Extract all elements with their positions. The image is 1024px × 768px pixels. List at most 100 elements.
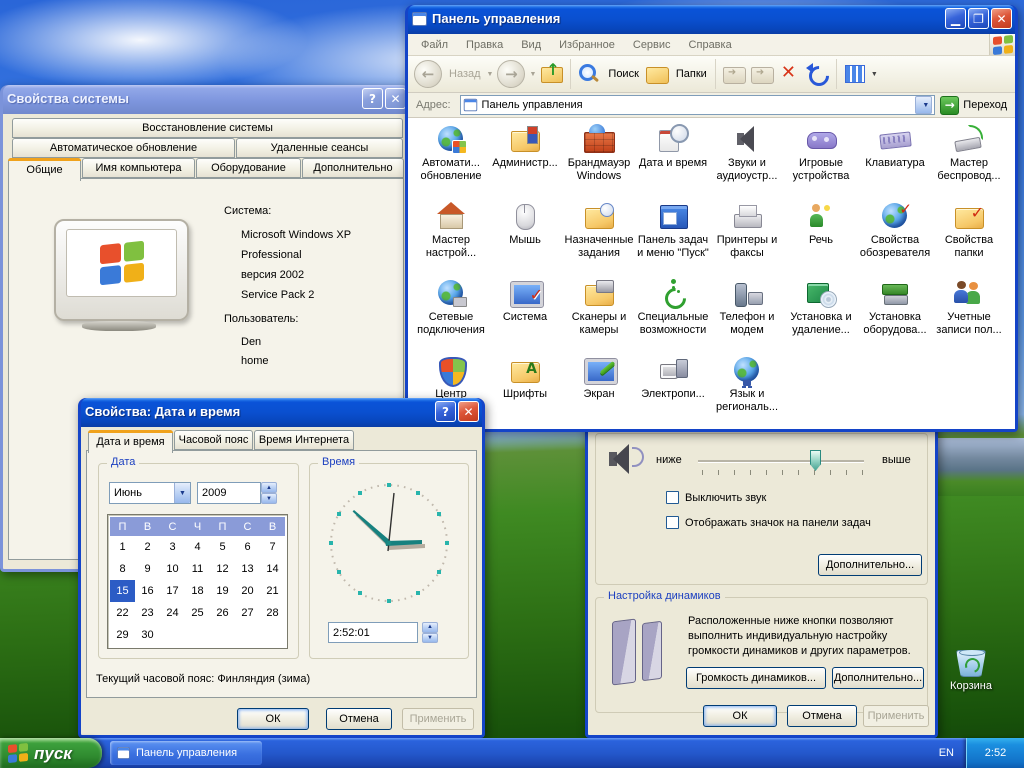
tab-internet-time[interactable]: Время Интернета — [254, 430, 354, 450]
spin-up-icon[interactable]: ▲ — [261, 482, 277, 493]
tab-system-restore[interactable]: Восстановление системы — [12, 118, 403, 138]
tab-advanced[interactable]: Дополнительно — [302, 158, 404, 178]
calendar-day[interactable]: 30 — [135, 624, 160, 646]
ok-button[interactable]: ОК — [237, 708, 309, 730]
calendar-day[interactable]: 11 — [185, 558, 210, 580]
tab-general[interactable]: Общие — [8, 158, 81, 181]
help-button[interactable]: ? — [435, 401, 456, 422]
control-panel-item[interactable]: Клавиатура — [858, 122, 932, 199]
calendar-day[interactable]: 2 — [135, 536, 160, 558]
language-indicator[interactable]: EN — [939, 738, 954, 768]
calendar-day[interactable]: 7 — [260, 536, 285, 558]
speaker-volume-button[interactable]: Громкость динамиков... — [686, 667, 826, 689]
control-panel-item[interactable]: Сканеры и камеры — [562, 276, 636, 353]
taskbar-item-control-panel[interactable]: Панель управления — [110, 741, 262, 765]
spin-down-icon[interactable]: ▼ — [261, 493, 277, 504]
month-select[interactable]: Июнь ▼ — [109, 482, 191, 504]
apply-button[interactable]: Применить — [402, 708, 474, 730]
calendar-day[interactable]: 1 — [110, 536, 135, 558]
control-panel-item[interactable]: Установка и удаление... — [784, 276, 858, 353]
control-panel-item[interactable]: Телефон и модем — [710, 276, 784, 353]
go-button[interactable]: → Переход — [940, 95, 1011, 115]
menu-item[interactable]: Справка — [680, 36, 741, 54]
maximize-button[interactable]: ❐ — [968, 8, 989, 29]
start-button[interactable]: пуск — [0, 738, 102, 768]
control-panel-item[interactable]: Специальные возможности — [636, 276, 710, 353]
year-spinner[interactable]: ▲ ▼ — [261, 482, 277, 504]
calendar-day[interactable]: 9 — [135, 558, 160, 580]
tab-hardware[interactable]: Оборудование — [196, 158, 301, 178]
calendar-day[interactable]: 14 — [260, 558, 285, 580]
address-field[interactable]: Панель управления ▼ — [459, 95, 936, 115]
apply-button[interactable]: Применить — [863, 705, 929, 727]
close-button[interactable]: ✕ — [991, 8, 1012, 29]
calendar-day[interactable]: 21 — [260, 580, 285, 602]
forward-dropdown-icon[interactable]: ▼ — [529, 71, 536, 78]
calendar-day[interactable]: 29 — [110, 624, 135, 646]
close-button[interactable]: ✕ — [458, 401, 479, 422]
calendar-day[interactable]: 27 — [235, 602, 260, 624]
views-icon[interactable] — [843, 61, 867, 87]
control-panel-item[interactable]: Сетевые подключения — [414, 276, 488, 353]
advanced-button[interactable]: Дополнительно... — [818, 554, 922, 576]
calendar-day[interactable]: 6 — [235, 536, 260, 558]
calendar-day[interactable]: 4 — [185, 536, 210, 558]
search-icon[interactable] — [577, 61, 601, 87]
calendar-day[interactable]: 3 — [160, 536, 185, 558]
calendar-day[interactable]: 24 — [160, 602, 185, 624]
control-panel-item[interactable]: Назначенные задания — [562, 199, 636, 276]
control-panel-item[interactable]: Панель задач и меню "Пуск" — [636, 199, 710, 276]
menu-item[interactable]: Файл — [412, 36, 457, 54]
control-panel-item[interactable]: Свойства обозревателя — [858, 199, 932, 276]
year-field[interactable]: 2009 — [197, 482, 261, 504]
control-panel-item[interactable]: Экран — [562, 353, 636, 430]
calendar-day[interactable]: 19 — [210, 580, 235, 602]
copy-to-icon[interactable] — [750, 61, 774, 87]
calendar-day[interactable]: 16 — [135, 580, 160, 602]
month-dropdown-icon[interactable]: ▼ — [174, 483, 190, 503]
menu-item[interactable]: Правка — [457, 36, 512, 54]
mute-checkbox[interactable] — [666, 491, 679, 504]
control-panel-item[interactable]: Учетные записи пол... — [932, 276, 1006, 353]
time-spinner[interactable]: ▲ ▼ — [422, 622, 438, 643]
control-panel-item[interactable]: Администр... — [488, 122, 562, 199]
calendar-day[interactable]: 10 — [160, 558, 185, 580]
calendar-day[interactable]: 12 — [210, 558, 235, 580]
time-field[interactable]: 2:52:01 — [328, 622, 418, 643]
calendar-day[interactable]: 8 — [110, 558, 135, 580]
advanced2-button[interactable]: Дополнительно... — [832, 667, 924, 689]
close-button[interactable]: ✕ — [385, 88, 406, 109]
control-panel-item[interactable]: Мышь — [488, 199, 562, 276]
control-panel-item[interactable]: Звуки и аудиоустр... — [710, 122, 784, 199]
system-tray[interactable]: 2:52 — [966, 738, 1024, 768]
up-button[interactable] — [540, 61, 564, 87]
spin-down-icon[interactable]: ▼ — [422, 632, 438, 643]
menu-item[interactable]: Вид — [512, 36, 550, 54]
control-panel-item[interactable]: Электропи... — [636, 353, 710, 430]
calendar-day[interactable]: 25 — [185, 602, 210, 624]
calendar-day[interactable]: 22 — [110, 602, 135, 624]
calendar-day[interactable]: 20 — [235, 580, 260, 602]
control-panel-item[interactable]: Принтеры и факсы — [710, 199, 784, 276]
tab-automatic-updates[interactable]: Автоматическое обновление — [12, 138, 235, 158]
control-panel-item[interactable]: Речь — [784, 199, 858, 276]
system-properties-titlebar[interactable]: Свойства системы ? ✕ — [3, 85, 409, 114]
calendar-day[interactable]: 5 — [210, 536, 235, 558]
menu-item[interactable]: Сервис — [624, 36, 680, 54]
control-panel-item[interactable]: Брандмауэр Windows — [562, 122, 636, 199]
calendar-day[interactable]: 28 — [260, 602, 285, 624]
control-panel-item[interactable]: Свойства папки — [932, 199, 1006, 276]
cancel-button[interactable]: Отмена — [326, 708, 392, 730]
calendar-day[interactable]: 17 — [160, 580, 185, 602]
control-panel-item[interactable]: Мастер беспровод... — [932, 122, 1006, 199]
control-panel-item[interactable]: Установка оборудова... — [858, 276, 932, 353]
volume-slider-track[interactable] — [698, 460, 864, 463]
undo-icon[interactable] — [805, 61, 830, 87]
calendar-day[interactable]: 13 — [235, 558, 260, 580]
back-dropdown-icon[interactable]: ▼ — [487, 71, 494, 78]
forward-button[interactable]: → — [497, 60, 526, 88]
calendar-day[interactable]: 26 — [210, 602, 235, 624]
tab-remote[interactable]: Удаленные сеансы — [236, 138, 403, 158]
cancel-button[interactable]: Отмена — [787, 705, 857, 727]
views-dropdown-icon[interactable]: ▼ — [871, 71, 878, 78]
